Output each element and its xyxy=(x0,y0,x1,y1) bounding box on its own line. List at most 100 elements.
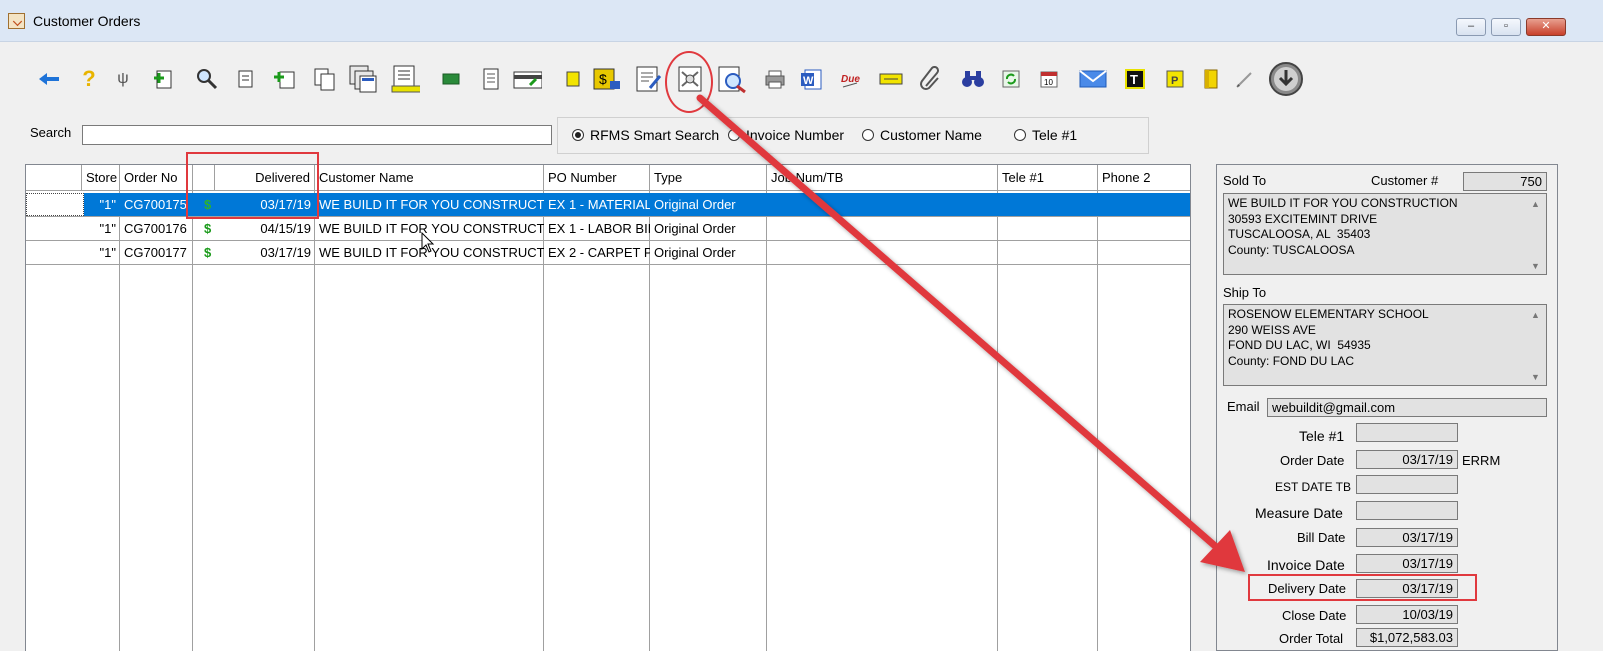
delivery-tool-icon[interactable] xyxy=(676,62,706,96)
svg-text:Due: Due xyxy=(841,74,860,85)
column-header-delivered[interactable]: Delivered xyxy=(215,165,315,191)
back-arrow-icon[interactable] xyxy=(34,62,64,96)
paperclip-icon[interactable] xyxy=(916,62,946,96)
email-label: Email xyxy=(1227,399,1260,414)
column-header-type[interactable]: Type xyxy=(650,165,767,191)
scroll-down-icon[interactable]: ▼ xyxy=(1531,261,1553,271)
radio-rfms-smart-search[interactable]: RFMS Smart Search xyxy=(572,127,719,143)
scroll-down-icon[interactable]: ▼ xyxy=(1531,372,1553,382)
ship-to-label: Ship To xyxy=(1223,285,1267,300)
svg-text:W: W xyxy=(803,75,814,87)
copy-order-icon[interactable] xyxy=(230,62,260,96)
column-header-tele[interactable]: Tele #1 xyxy=(998,165,1098,191)
ship-to-address[interactable]: ROSENOW ELEMENTARY SCHOOL 290 WEISS AVE … xyxy=(1223,304,1547,386)
cell-store: "1" xyxy=(99,197,116,212)
tools-icon[interactable]: ψ xyxy=(108,62,138,96)
minimize-button[interactable]: – xyxy=(1456,18,1486,36)
cell-type: Original Order xyxy=(654,221,736,236)
word-icon[interactable]: W xyxy=(796,62,826,96)
help-icon[interactable]: ? xyxy=(74,62,104,96)
est-date-field[interactable] xyxy=(1356,475,1458,494)
close-button[interactable]: ✕ xyxy=(1526,18,1566,36)
order-total-field[interactable]: $1,072,583.03 xyxy=(1356,628,1458,647)
t-icon[interactable]: T xyxy=(1120,62,1150,96)
search-input[interactable] xyxy=(82,125,552,145)
cell-po-number: EX 2 - CARPET PH xyxy=(548,245,650,260)
tele-label: Tele #1 xyxy=(1299,428,1345,444)
column-header-order-no[interactable]: Order No xyxy=(120,165,193,191)
column-header-selector[interactable] xyxy=(26,165,82,191)
add-line-icon[interactable] xyxy=(270,62,300,96)
column-header-paid[interactable] xyxy=(193,165,215,191)
toolbar: ? ψ $ W Due 10 T P xyxy=(30,62,1330,102)
bill-date-field[interactable]: 03/17/19 xyxy=(1356,528,1458,547)
table-row[interactable]: "1" CG700177 $ 03/17/19 WE BUILD IT FOR … xyxy=(26,241,1190,265)
column-header-po-number[interactable]: PO Number xyxy=(544,165,650,191)
new-order-icon[interactable] xyxy=(148,62,178,96)
cell-delivered: 03/17/19 xyxy=(260,245,311,260)
window-titlebar: Customer Orders – ▫ ✕ xyxy=(0,0,1603,42)
email-field[interactable]: webuildit@gmail.com xyxy=(1267,398,1547,417)
due-icon[interactable]: Due xyxy=(836,62,866,96)
delivery-date-field[interactable]: 03/17/19 xyxy=(1356,579,1458,598)
receipt-icon[interactable] xyxy=(476,62,506,96)
svg-text:$: $ xyxy=(599,71,607,87)
p-icon[interactable]: P xyxy=(1160,62,1190,96)
edit-document-icon[interactable] xyxy=(634,62,664,96)
cell-store: "1" xyxy=(99,245,116,260)
credit-card-icon[interactable] xyxy=(512,62,542,96)
tele-field[interactable] xyxy=(1356,423,1458,442)
order-date-field[interactable]: 03/17/19 xyxy=(1356,450,1458,469)
printer-icon[interactable] xyxy=(760,62,790,96)
ledger-icon[interactable] xyxy=(390,62,420,96)
email-icon[interactable] xyxy=(1078,62,1108,96)
refresh-icon[interactable] xyxy=(996,62,1026,96)
close-date-field[interactable]: 10/03/19 xyxy=(1356,605,1458,624)
measure-date-field[interactable] xyxy=(1356,501,1458,520)
cell-po-number: EX 1 - LABOR BIL xyxy=(548,221,650,236)
pencil-icon[interactable] xyxy=(1230,62,1260,96)
order-details-panel: Sold To Customer # 750 WE BUILD IT FOR Y… xyxy=(1216,164,1558,651)
cell-order-no: CG700176 xyxy=(124,221,187,236)
binoculars-icon[interactable] xyxy=(958,62,988,96)
multi-windows-icon[interactable] xyxy=(348,62,378,96)
column-header-store[interactable]: Store xyxy=(82,165,120,191)
svg-text:P: P xyxy=(1171,75,1178,87)
payment-icon[interactable]: $ xyxy=(592,62,622,96)
invoice-date-field[interactable]: 03/17/19 xyxy=(1356,554,1458,573)
column-header-job-num[interactable]: Job Num/TB xyxy=(767,165,998,191)
sold-to-address[interactable]: WE BUILD IT FOR YOU CONSTRUCTION 30593 E… xyxy=(1223,193,1547,275)
ticket-icon[interactable] xyxy=(876,62,906,96)
calendar-icon[interactable]: 10 xyxy=(1034,62,1064,96)
scroll-up-icon[interactable]: ▲ xyxy=(1531,310,1553,320)
radio-customer-name[interactable]: Customer Name xyxy=(862,127,982,143)
column-header-customer-name[interactable]: Customer Name xyxy=(315,165,544,191)
folder-icon[interactable] xyxy=(1196,62,1226,96)
search-magnifier-icon[interactable] xyxy=(192,62,222,96)
column-header-phone2[interactable]: Phone 2 xyxy=(1098,165,1190,191)
scroll-up-icon[interactable]: ▲ xyxy=(1531,199,1553,209)
bill-date-label: Bill Date xyxy=(1297,530,1346,545)
table-row[interactable]: "1" CG700176 $ 04/15/19 WE BUILD IT FOR … xyxy=(26,217,1190,241)
cell-order-no: CG700177 xyxy=(124,245,187,260)
cell-delivered: 03/17/19 xyxy=(260,197,311,212)
note-icon[interactable] xyxy=(558,62,588,96)
cell-store: "1" xyxy=(99,221,116,236)
maximize-button[interactable]: ▫ xyxy=(1491,18,1521,36)
print-preview-icon[interactable] xyxy=(716,62,746,96)
exit-icon[interactable] xyxy=(1266,62,1306,96)
radio-invoice-number[interactable]: Invoice Number xyxy=(728,127,844,143)
cell-customer-name: WE BUILD IT FOR YOU CONSTRUCTIO xyxy=(319,197,544,212)
cell-po-number: EX 1 - MATERIAL xyxy=(548,197,650,212)
svg-text:10: 10 xyxy=(1044,78,1053,87)
radio-dot xyxy=(572,129,584,141)
radio-dot xyxy=(728,129,740,141)
customer-number-field[interactable]: 750 xyxy=(1463,172,1547,191)
cash-icon[interactable] xyxy=(436,62,466,96)
radio-tele[interactable]: Tele #1 xyxy=(1014,127,1077,143)
row-selector[interactable] xyxy=(26,193,84,216)
table-row[interactable]: "1" CG700175 $ 03/17/19 WE BUILD IT FOR … xyxy=(26,193,1190,217)
order-date-label: Order Date xyxy=(1280,453,1345,468)
est-date-label: EST DATE TB xyxy=(1275,480,1352,494)
duplicate-icon[interactable] xyxy=(310,62,340,96)
